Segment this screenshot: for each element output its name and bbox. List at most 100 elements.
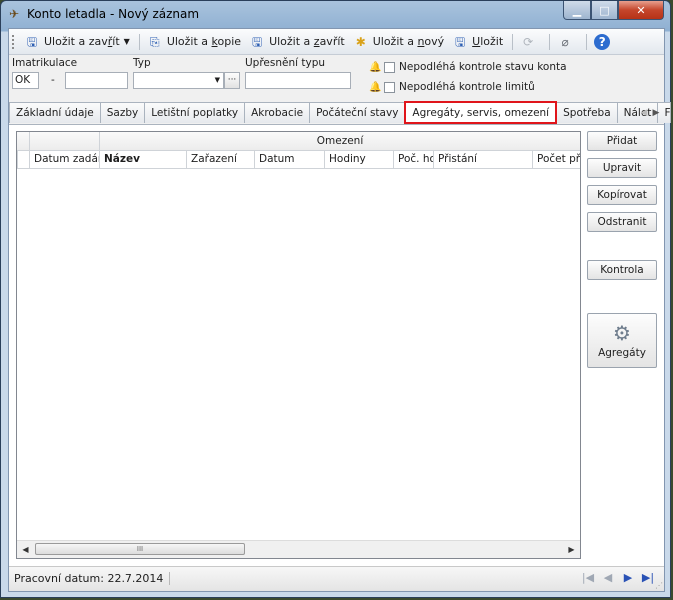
imatrikulace-dash: - [51,74,55,86]
no-limit-check-label: Nepodléhá kontrole limitů [399,81,535,93]
save-close-label: Uložit a zavřít [44,35,120,48]
grid-band-omezeni: Omezení [99,132,580,150]
tab-scroll-right-icon[interactable]: ▶ [650,108,662,118]
save-new-icon: ✱ [355,34,366,49]
aggregates-button[interactable]: ⚙ Agregáty [587,313,657,368]
tab-akrobacie[interactable]: Akrobacie [244,102,311,123]
grid-band-empty [29,132,99,150]
save-copy-label: Uložit a kopie [166,35,242,48]
grid-band-row: Omezení [17,132,580,151]
typ-select[interactable]: ▼ [133,72,224,89]
copy-button[interactable]: Kopírovat [587,185,657,205]
bell-icon: 🔔 [369,81,382,93]
tab-strip: Základní údaje Sazby Letištní poplatky A… [9,101,672,124]
imatrikulace-label: Imatrikulace [12,57,78,69]
maximize-button[interactable]: □ [591,1,618,20]
column-poc-hodin[interactable]: Poč. hodin [393,151,433,168]
scroll-right-icon[interactable]: ▶ [563,541,580,558]
column-pocet-pr[interactable]: Počet př. [532,151,580,168]
working-date: Pracovní datum: 22.7.2014 [14,572,171,585]
typ-label: Typ [133,57,151,69]
save-button[interactable]: 🖫 Uložit [449,32,506,52]
tab-sazby[interactable]: Sazby [99,102,146,123]
gear-icon: ⚙ [613,321,631,345]
floppy-icon: 🖫 [455,34,466,49]
check-button[interactable]: Kontrola [587,260,657,280]
previous-record-icon[interactable]: ◀ [598,571,618,584]
imatrikulace-field[interactable] [65,72,128,89]
tab-spotreba[interactable]: Spotřeba [556,102,618,123]
next-record-icon[interactable]: ▶ [618,571,638,584]
column-pristani[interactable]: Přistání [433,151,532,168]
typ-browse-button[interactable]: ··· [224,72,240,89]
save-close2-icon: 🖫 [251,34,263,49]
tab-scroll-left-icon[interactable]: ◀ [638,108,650,118]
chevron-down-icon[interactable]: ▼ [124,37,130,46]
save-new-label: Uložit a nový [372,35,445,48]
upresneni-field[interactable] [245,72,351,89]
column-zarazeni[interactable]: Zařazení [186,151,254,168]
aggregates-grid[interactable]: Omezení Datum zadání Název Zařazení Datu… [16,131,581,559]
save-close-icon: 🖫 [26,34,38,49]
column-datum[interactable]: Datum [254,151,324,168]
status-bar: Pracovní datum: 22.7.2014 |◀ ◀ ▶ ▶| ⋰ [9,566,664,591]
tab-content: Omezení Datum zadání Název Zařazení Datu… [9,124,664,568]
record-navigator: |◀ ◀ ▶ ▶| [578,571,658,584]
tab-agregaty-servis-omezeni[interactable]: Agregáty, servis, omezení [404,101,558,124]
save-and-close2-button[interactable]: 🖫 Uložit a zavřít [246,32,348,52]
remove-button[interactable]: Odstranit [587,212,657,232]
tab-zakladni-udaje[interactable]: Základní údaje [9,102,101,123]
toolbar: 🖫 Uložit a zavřít ▼ ⎘ Uložit a kopie 🖫 U… [9,29,664,55]
scroll-left-icon[interactable]: ◀ [17,541,34,558]
toolbar-separator [138,33,140,50]
grid-header-row: Datum zadání Název Zařazení Datum Hodiny… [17,151,580,169]
toolbar-separator [586,33,588,50]
toolbar-separator [549,33,551,50]
first-record-icon[interactable]: |◀ [578,571,598,584]
upresneni-label: Upřesnění typu [245,57,326,69]
scrollbar-thumb[interactable]: III [35,543,245,555]
main-window: ✈ Konto letadla - Nový záznam ▁ □ ✕ 🖫 Ul… [0,0,672,598]
tab-pocatecni-stavy[interactable]: Počáteční stavy [309,102,406,123]
refresh-icon: ⟳ [523,34,534,49]
add-button[interactable]: Přidat [587,131,657,151]
minimize-button[interactable]: ▁ [563,1,591,20]
no-account-check-label: Nepodléhá kontrole stavu konta [399,61,567,73]
bell-icon: 🔔 [369,61,382,73]
grid-horizontal-scrollbar[interactable]: ◀ III ▶ [17,540,580,558]
edit-button[interactable]: Upravit [587,158,657,178]
save-and-copy-button[interactable]: ⎘ Uložit a kopie [144,32,244,52]
attachment-button[interactable]: ⌀ [554,32,580,52]
tab-scroll-arrows: ◀ ▶ [638,102,662,123]
tab-letistni-poplatky[interactable]: Letištní poplatky [144,102,246,123]
no-limit-check-row: 🔔 Nepodléhá kontrole limitů [369,81,535,93]
title-bar[interactable]: ✈ Konto letadla - Nový záznam ▁ □ ✕ [1,1,670,27]
chevron-down-icon: ▼ [214,76,220,84]
paperclip-icon: ⌀ [561,34,569,49]
toolbar-separator [512,33,514,50]
close-button[interactable]: ✕ [618,1,664,20]
app-icon: ✈ [9,7,20,21]
header-form: Imatrikulace OK - Typ ▼ ··· Upřesnění ty… [9,55,664,101]
save-label: Uložit [472,35,504,48]
grid-row-selector-header [17,151,29,168]
refresh-button[interactable]: ⟳ [517,32,543,52]
save-and-close-button[interactable]: 🖫 Uložit a zavřít ▼ [21,32,133,52]
save-close2-label: Uložit a zavřít [269,35,345,48]
window-title: Konto letadla - Nový záznam [27,7,200,21]
save-copy-icon: ⎘ [150,34,160,49]
help-button[interactable]: ? [591,32,617,52]
column-hodiny[interactable]: Hodiny [324,151,393,168]
window-client-area: 🖫 Uložit a zavřít ▼ ⎘ Uložit a kopie 🖫 U… [8,28,672,592]
no-account-check-row: 🔔 Nepodléhá kontrole stavu konta [369,61,567,73]
column-nazev[interactable]: Název [99,151,186,168]
no-limit-check-checkbox[interactable] [384,81,395,93]
imatrikulace-prefix-field[interactable]: OK [12,72,39,89]
resize-grip-icon[interactable]: ⋰ [655,581,663,590]
toolbar-grip[interactable] [12,34,17,49]
no-account-check-checkbox[interactable] [384,61,395,73]
save-and-new-button[interactable]: ✱ Uložit a nový [350,32,447,52]
column-datum-zadani[interactable]: Datum zadání [29,151,99,168]
help-icon: ? [594,33,611,50]
window-controls: ▁ □ ✕ [563,1,664,20]
